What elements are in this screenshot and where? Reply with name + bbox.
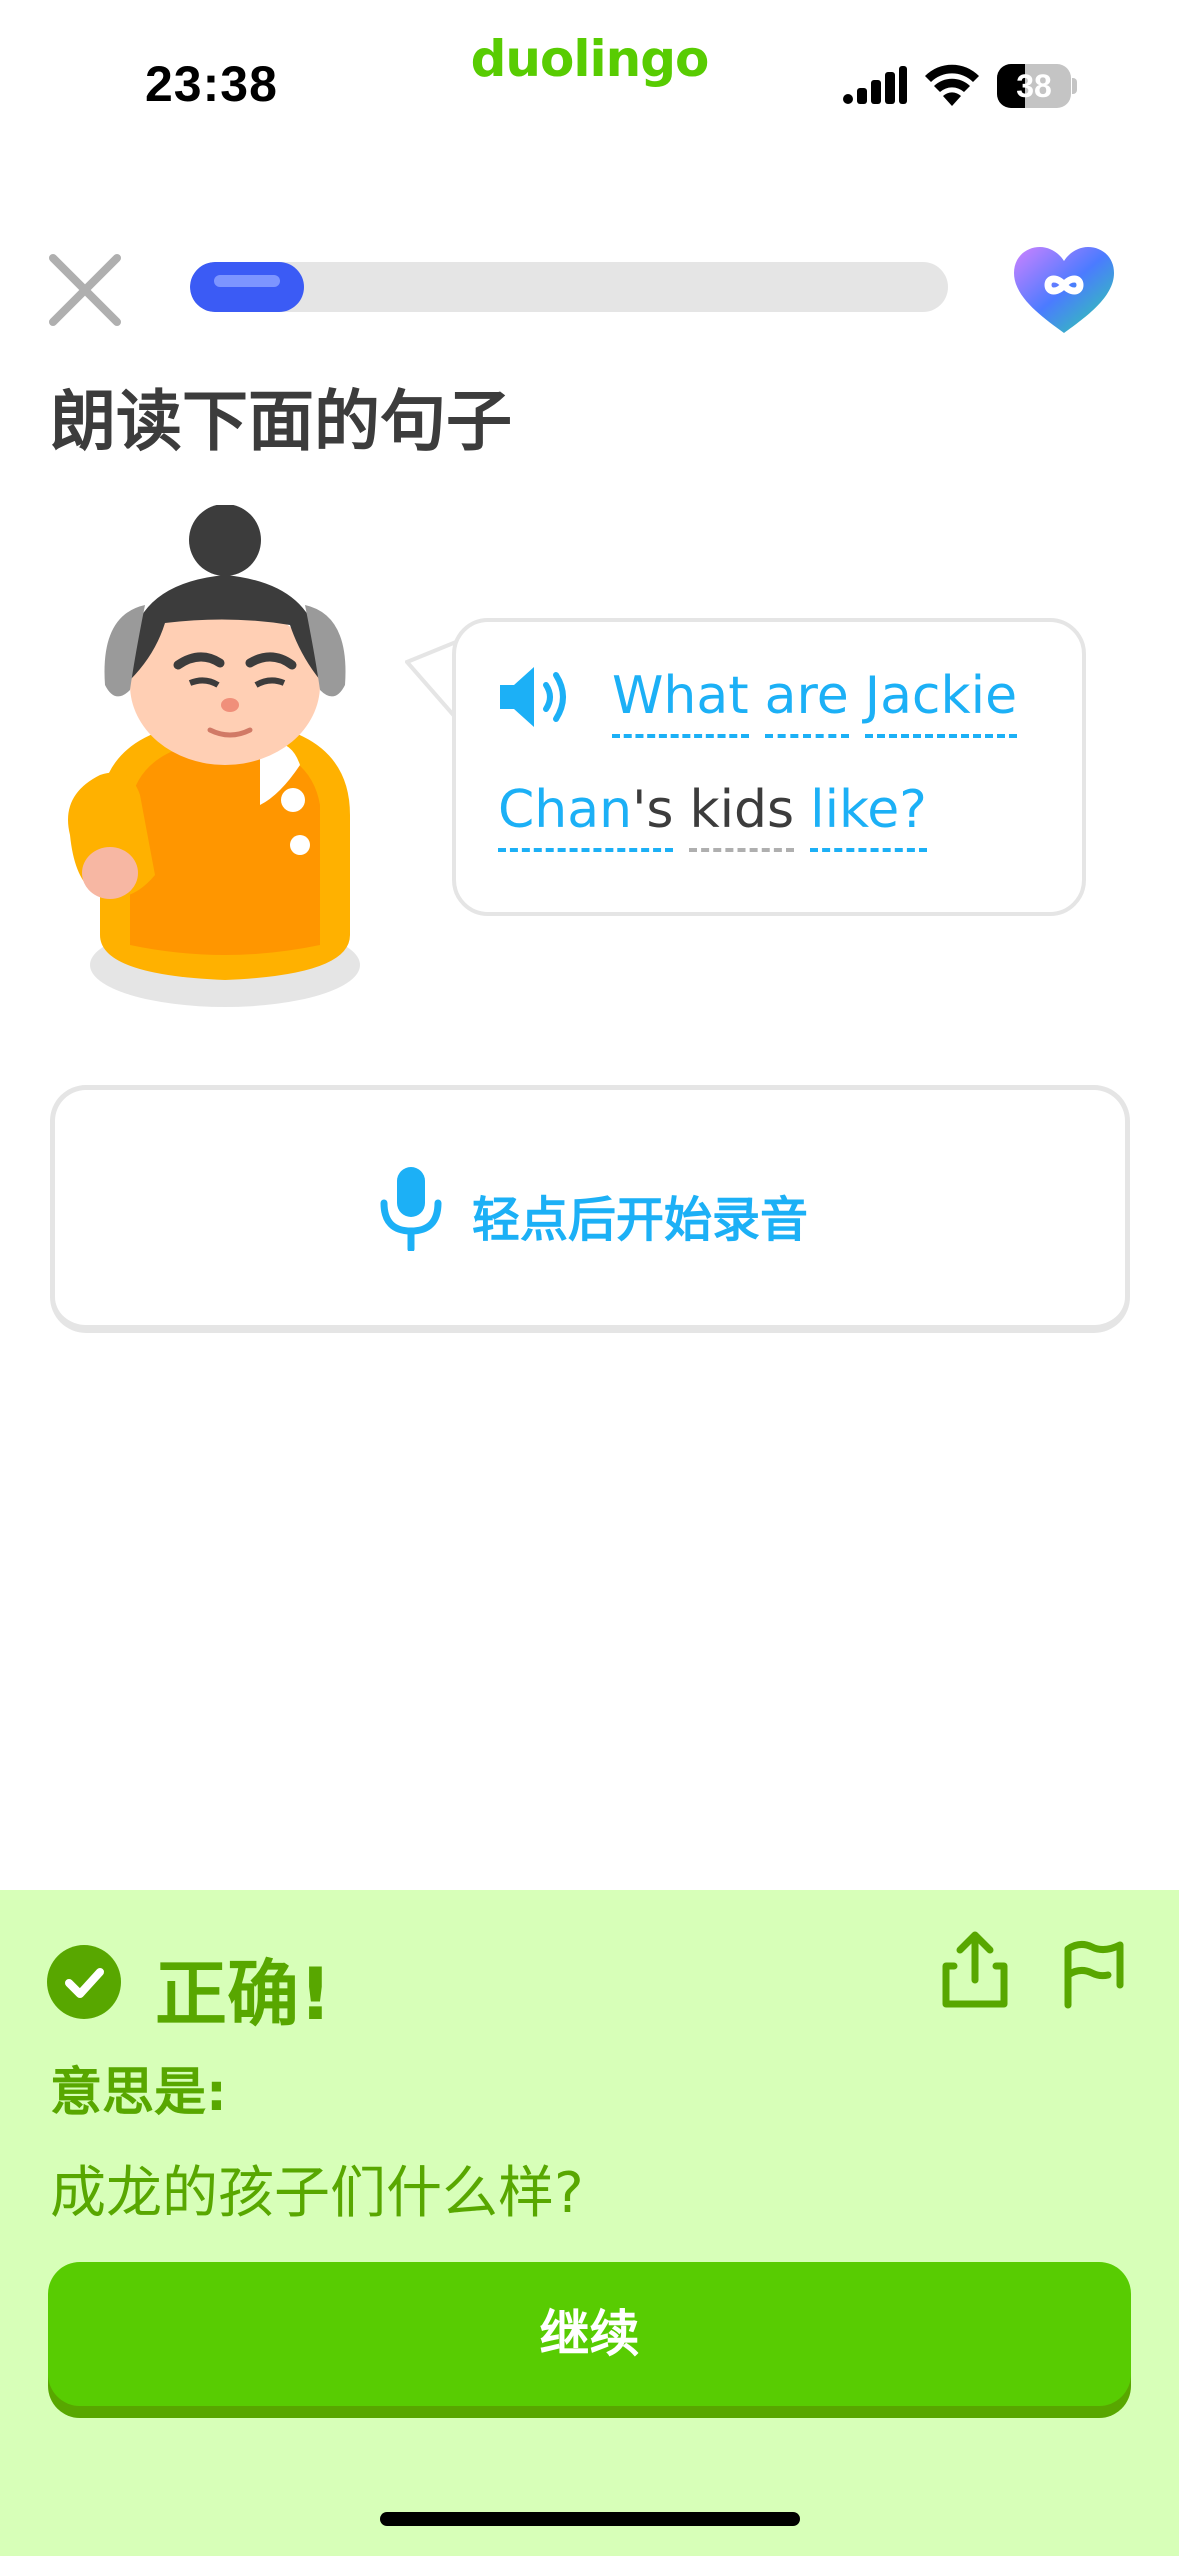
signal-icon bbox=[843, 66, 907, 104]
sentence-line-2: Chan's kids like? bbox=[498, 780, 927, 852]
record-button-label[interactable]: 轻点后开始录音 bbox=[472, 1180, 808, 1250]
correct-check-icon bbox=[47, 1945, 121, 2019]
word-possessive: 's bbox=[632, 780, 674, 840]
progress-highlight bbox=[214, 275, 280, 287]
meaning-translation: 成龙的孩子们什么样? bbox=[50, 2161, 584, 2226]
continue-button-label: 继续 bbox=[539, 2305, 640, 2363]
lesson-progress-bar bbox=[190, 262, 948, 312]
progress-fill bbox=[190, 262, 304, 312]
share-icon[interactable] bbox=[940, 1930, 1010, 2010]
status-bar: 23:38 duolingo 38 bbox=[0, 0, 1179, 150]
battery-icon: 38 bbox=[997, 64, 1077, 108]
infinite-hearts-icon[interactable] bbox=[1012, 245, 1116, 335]
microphone-icon[interactable] bbox=[378, 1167, 444, 1251]
word-chans[interactable]: Chan's bbox=[498, 780, 674, 852]
word-chan: Chan bbox=[498, 780, 633, 840]
close-icon[interactable] bbox=[45, 250, 125, 330]
home-indicator[interactable] bbox=[380, 2512, 800, 2526]
continue-button[interactable]: 继续 bbox=[48, 2262, 1131, 2406]
sentence-line-1: What are Jackie bbox=[612, 666, 1018, 738]
word-jackie[interactable]: Jackie bbox=[864, 666, 1018, 738]
word-like[interactable]: like? bbox=[810, 780, 927, 852]
feedback-title: 正确! bbox=[155, 1952, 332, 2036]
meaning-label: 意思是: bbox=[50, 2063, 227, 2123]
word-what[interactable]: What bbox=[612, 666, 749, 738]
exercise-instruction: 朗读下面的句子 bbox=[50, 383, 512, 460]
wifi-icon bbox=[925, 64, 979, 106]
word-are[interactable]: are bbox=[764, 666, 849, 738]
speaker-icon[interactable] bbox=[498, 663, 578, 731]
battery-percent: 38 bbox=[1016, 68, 1052, 104]
character-illustration bbox=[68, 505, 360, 1007]
report-flag-icon[interactable] bbox=[1060, 1935, 1130, 2010]
word-kids[interactable]: kids bbox=[689, 780, 795, 852]
